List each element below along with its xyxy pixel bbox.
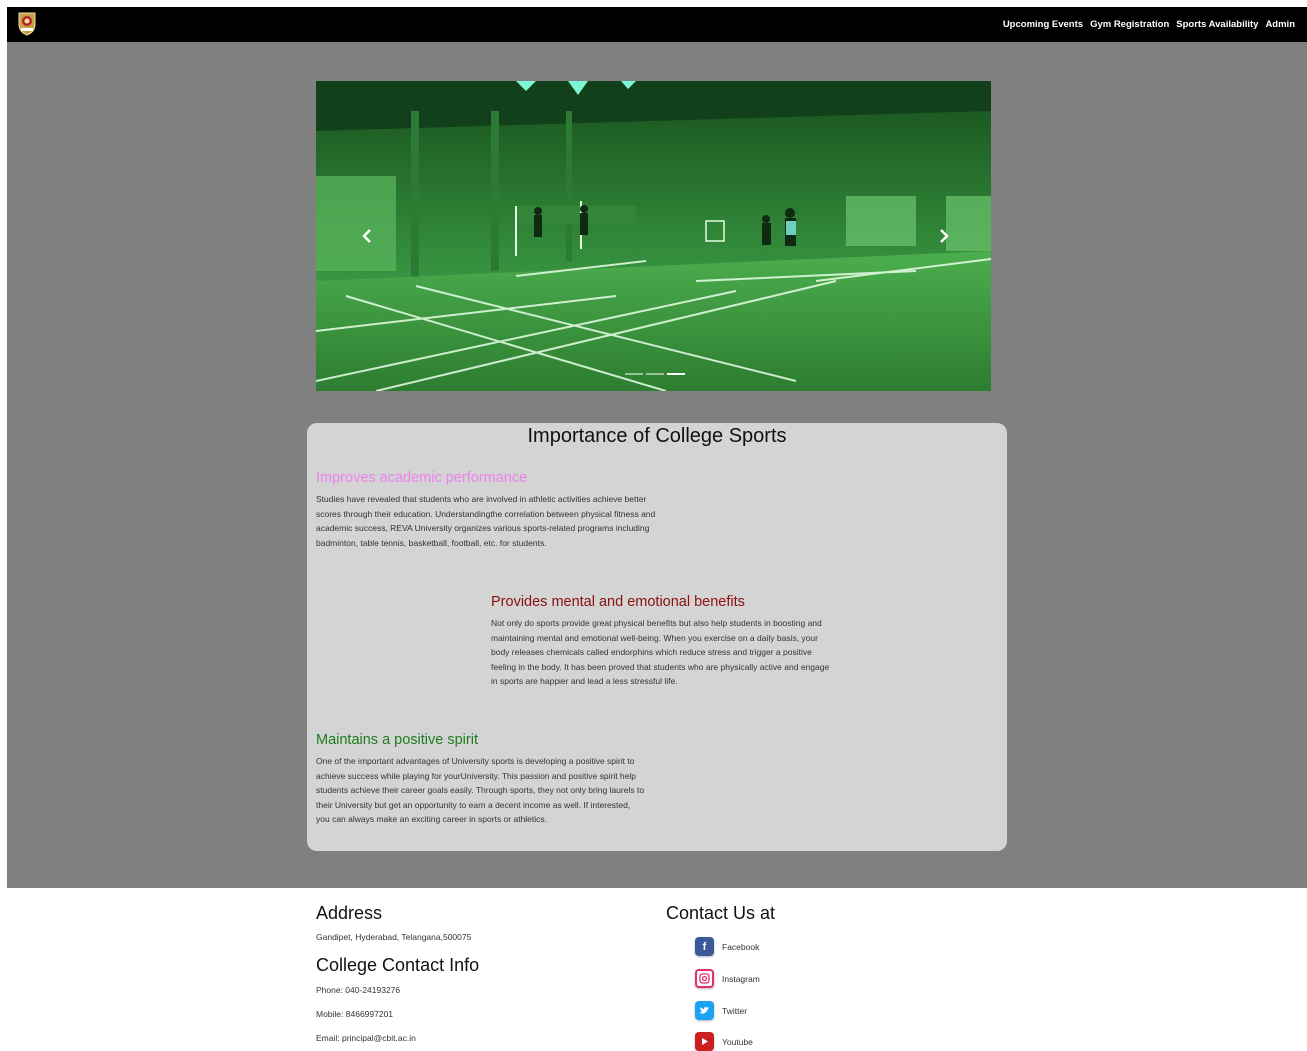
carousel-next-button[interactable]: [929, 221, 959, 251]
carousel-slide-image: [316, 81, 991, 391]
youtube-icon: [695, 1032, 714, 1051]
college-logo[interactable]: [17, 10, 37, 36]
importance-card: Importance of College Sports Improves ac…: [307, 423, 1007, 851]
social-link-youtube[interactable]: Youtube: [695, 1032, 753, 1051]
social-label-instagram: Instagram: [722, 973, 760, 984]
email-text: Email: principal@cbit.ac.in: [316, 1033, 416, 1043]
section-heading-academic: Improves academic performance: [316, 470, 528, 486]
instagram-icon: [695, 969, 714, 988]
carousel-indicators: [625, 373, 685, 375]
phone-text: Phone: 040-24193276: [316, 985, 401, 995]
social-label-twitter: Twitter: [722, 1005, 748, 1016]
section-heading-spirit: Maintains a positive spirit: [316, 732, 478, 748]
chevron-right-icon: [940, 229, 949, 243]
section-heading-mental: Provides mental and emotional benefits: [491, 594, 745, 610]
section-text-academic: Studies have revealed that students who …: [316, 494, 656, 548]
carousel-indicator-2[interactable]: [646, 373, 664, 375]
image-carousel: [316, 81, 991, 391]
section-text-mental: Not only do sports provide great physica…: [491, 618, 830, 687]
social-label-youtube: Youtube: [722, 1036, 753, 1047]
section-text-spirit: One of the important advantages of Unive…: [316, 756, 645, 825]
nav-link-sports-availability[interactable]: Sports Availability: [1176, 19, 1258, 30]
social-label-facebook: Facebook: [722, 941, 760, 952]
social-heading: Contact Us at: [666, 903, 776, 923]
carousel-prev-button[interactable]: [352, 221, 382, 251]
mobile-text: Mobile: 8466997201: [316, 1009, 394, 1019]
twitter-icon: [695, 1001, 714, 1020]
nav-link-upcoming-events[interactable]: Upcoming Events: [1003, 19, 1083, 30]
facebook-icon: f: [695, 937, 714, 956]
address-text: Gandipet, Hyderabad, Telangana,500075: [316, 932, 472, 942]
nav-link-admin[interactable]: Admin: [1265, 19, 1295, 30]
nav-link-gym-registration[interactable]: Gym Registration: [1090, 19, 1169, 30]
social-link-facebook[interactable]: f Facebook: [695, 937, 759, 956]
navbar: Upcoming Events Gym Registration Sports …: [7, 7, 1307, 42]
social-link-twitter[interactable]: Twitter: [695, 1001, 747, 1020]
carousel-indicator-3[interactable]: [667, 373, 685, 375]
carousel-indicator-1[interactable]: [625, 373, 643, 375]
social-link-instagram[interactable]: Instagram: [695, 969, 760, 988]
contact-info-heading: College Contact Info: [316, 955, 480, 975]
page-title: Importance of College Sports: [527, 425, 787, 447]
nav-links: Upcoming Events Gym Registration Sports …: [1003, 7, 1295, 42]
address-heading: Address: [316, 903, 383, 923]
chevron-left-icon: [362, 229, 371, 243]
